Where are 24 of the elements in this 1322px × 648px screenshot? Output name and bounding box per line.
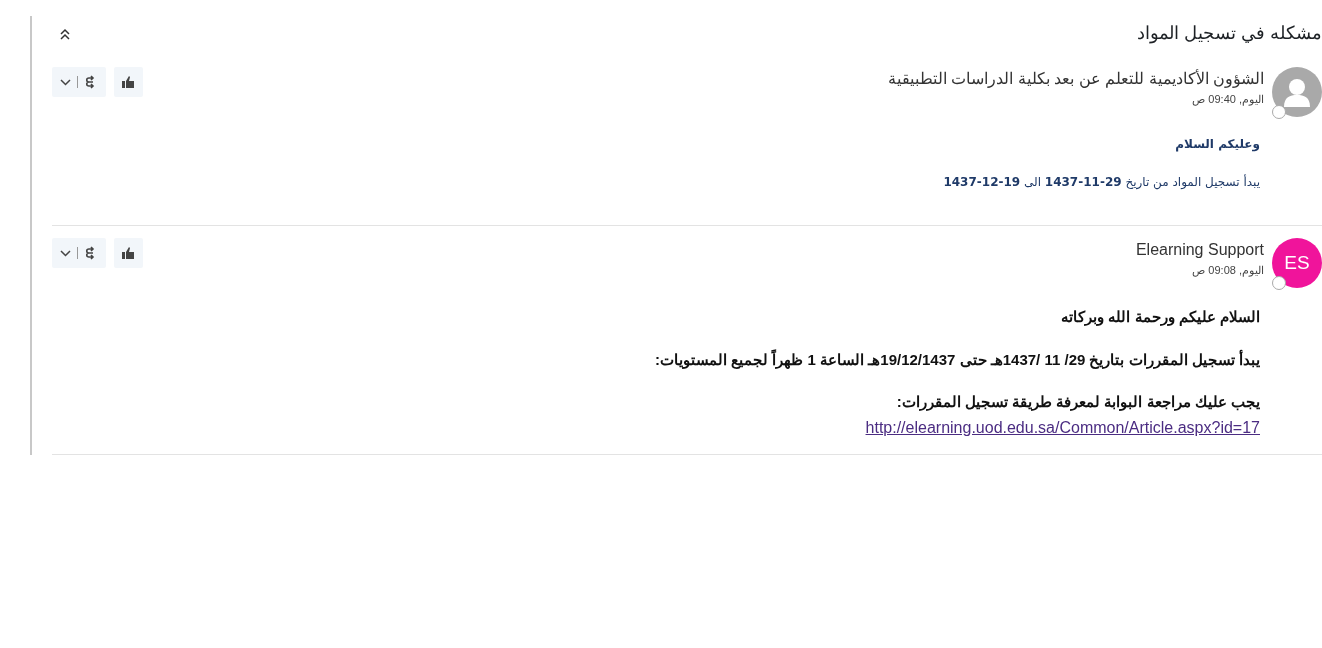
double-chevron-up-icon: [60, 27, 70, 40]
message-paragraph: يبدأ تسجيل المقررات بتاريخ 29/ 11 /1437هـ حتى 19/12/1437هـ الساعة 1 ظهراً لجميع المستويات:: [654, 348, 1260, 371]
like-button[interactable]: [114, 67, 143, 97]
like-button[interactable]: [114, 238, 143, 268]
post-time: اليوم, 09:40 ص: [1191, 92, 1264, 108]
author-name: الشؤون الأكاديمية للتعلم عن بعد بكلية الدراسات التطبيقية: [887, 68, 1264, 90]
author-name: Elearning Support: [1135, 240, 1264, 260]
user-silhouette-icon: [1272, 67, 1322, 117]
collapse-button[interactable]: [60, 27, 70, 40]
chevron-down-icon: [60, 78, 71, 86]
discussion-title: مشكله في تسجيل المواد: [1137, 22, 1322, 46]
message-paragraph: السلام عليكم ورحمة الله وبركاته: [1060, 307, 1260, 328]
user-avatar: ES: [1272, 238, 1322, 288]
article-link[interactable]: http://elearning.uod.edu.sa/Common/Article.aspx?id=17: [865, 415, 1260, 440]
menu-dropdown-button[interactable]: [60, 78, 71, 86]
menu-dropdown-button[interactable]: [60, 249, 71, 257]
status-dot-icon: [1272, 105, 1286, 119]
thumbs-up-icon: [122, 76, 135, 88]
status-dot-icon: [1272, 276, 1286, 290]
chevron-down-icon: [60, 249, 71, 257]
thumbs-up-icon: [122, 247, 135, 259]
post-time: اليوم, 09:08 ص: [1191, 263, 1264, 279]
message-paragraph: يجب عليك مراجعة البوابة لمعرفة طريقة تسجيل المقررات:: [895, 392, 1260, 413]
message-paragraph: وعليكم السلام: [1174, 136, 1260, 153]
